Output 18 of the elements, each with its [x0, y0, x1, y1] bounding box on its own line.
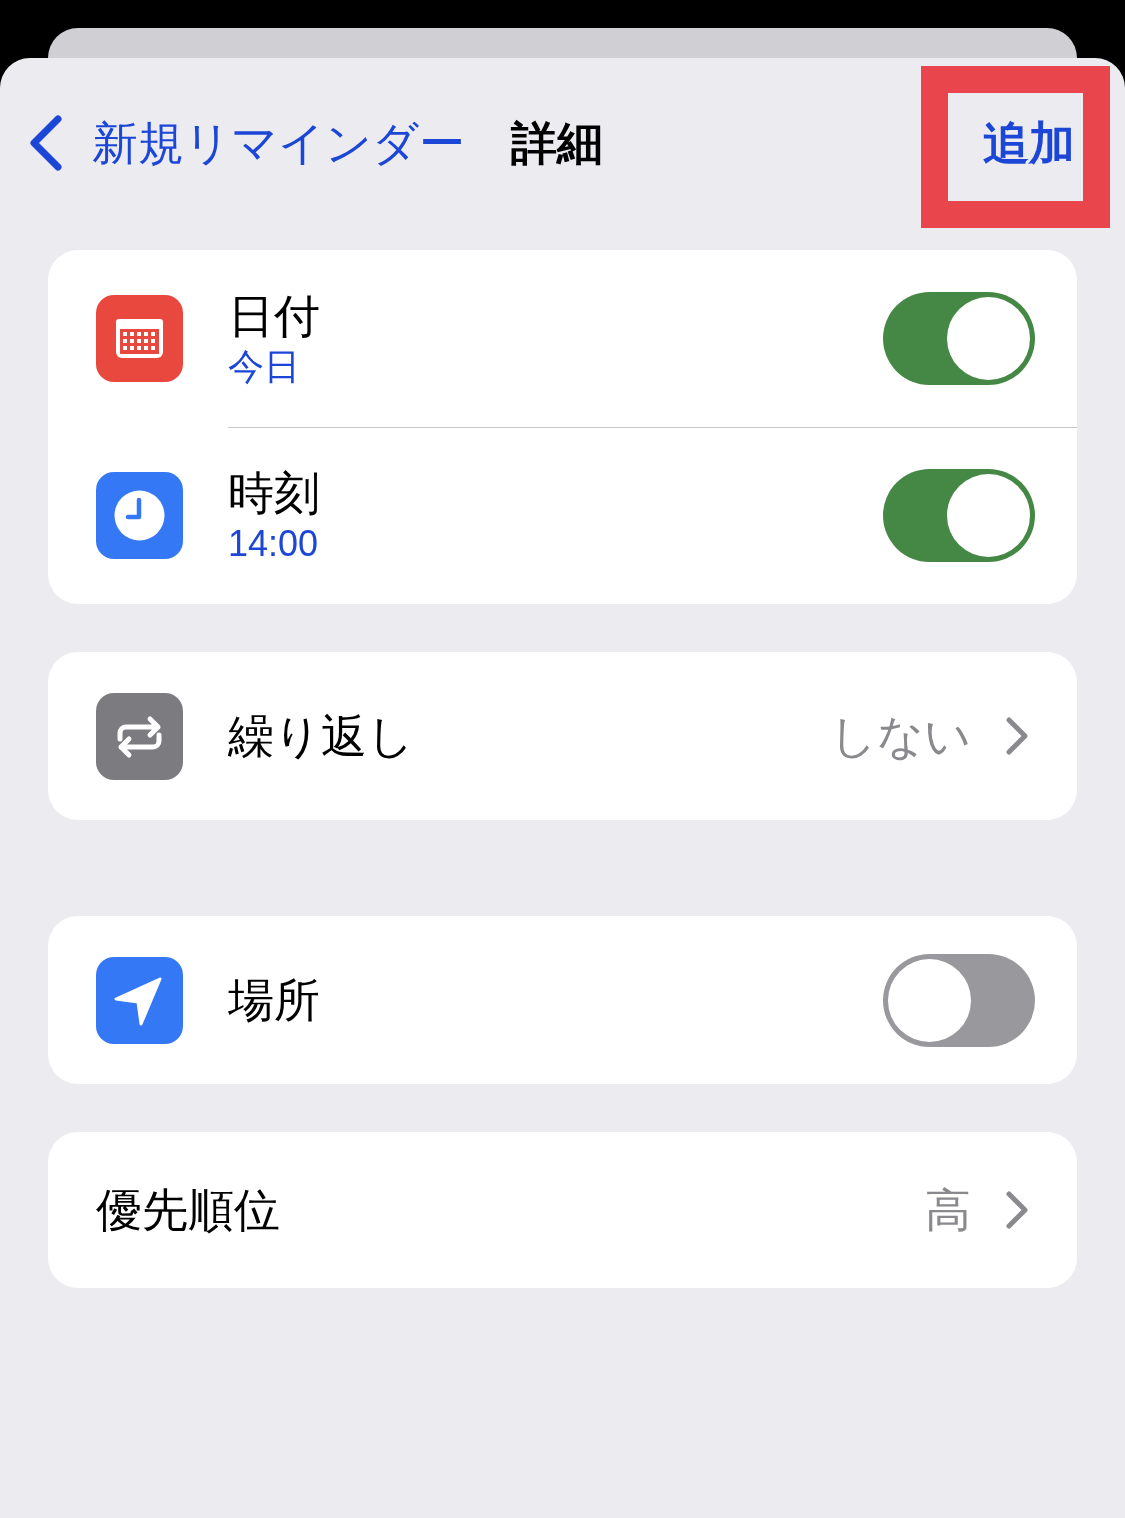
row-title: 時刻: [228, 465, 320, 521]
chevron-right-icon: [1005, 716, 1029, 756]
row-value: 高: [925, 1187, 971, 1233]
back-button[interactable]: 新規リマインダー: [28, 115, 465, 171]
back-chevron-icon: [28, 115, 64, 171]
row-title: 繰り返し: [228, 709, 414, 764]
calendar-icon: [96, 295, 183, 382]
repeat-icon: [96, 692, 183, 780]
clock-icon: [96, 472, 183, 559]
row-title: 場所: [228, 973, 320, 1028]
row-title: 日付: [228, 288, 320, 344]
row-title: 優先順位: [96, 1183, 280, 1238]
row-subtitle: 14:00: [228, 521, 320, 566]
row-value: しない: [830, 713, 971, 759]
row-subtitle: 今日: [228, 344, 301, 389]
screen-title: 詳細: [511, 120, 603, 166]
add-button[interactable]: 追加: [983, 120, 1075, 166]
chevron-right-icon: [1005, 1190, 1029, 1230]
